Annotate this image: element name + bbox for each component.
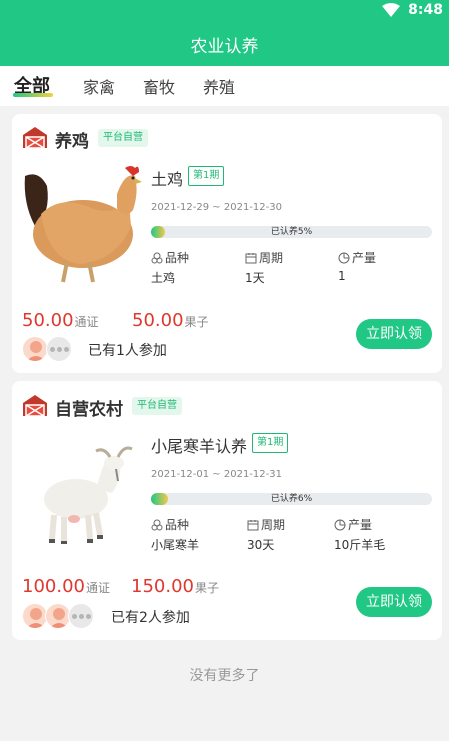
spec-label: 产量 xyxy=(348,518,373,532)
spec-value: 土鸡 xyxy=(151,271,176,285)
more-avatars-icon xyxy=(46,336,72,362)
barn-icon xyxy=(23,127,47,148)
product-photo-chicken[interactable] xyxy=(21,164,142,284)
product-name: 土鸡 xyxy=(151,170,184,189)
page-title: 农业认养 xyxy=(190,37,259,57)
app-header: 8:48 农业认养 xyxy=(0,0,449,66)
price-fruit-value: 50.00 xyxy=(132,310,184,331)
breed-icon xyxy=(151,519,163,530)
period-tag: 第1期 xyxy=(188,166,225,186)
progress-label: 已认养5% xyxy=(270,227,313,237)
period-tag: 第1期 xyxy=(252,433,289,453)
active-tab-indicator xyxy=(13,93,53,97)
price-token-value: 50.00 xyxy=(22,310,74,331)
price-token: 50.00通证 xyxy=(22,310,99,331)
adoption-progress-bar: 已认养5% xyxy=(151,226,432,238)
status-bar: 8:48 xyxy=(382,0,443,20)
product-card[interactable]: 自营农村 平台自营 小尾寒羊认养 第1期 2021-12-01 ~ 2021-1… xyxy=(12,381,442,640)
price-token-unit: 通证 xyxy=(85,581,110,595)
spec-value: 1天 xyxy=(245,271,265,285)
price-fruit-value: 150.00 xyxy=(131,576,194,597)
date-range: 2021-12-29 ~ 2021-12-30 xyxy=(151,202,282,213)
calendar-icon xyxy=(245,252,257,263)
status-time: 8:48 xyxy=(408,2,443,18)
category-tabs: 全部 家禽 畜牧 养殖 xyxy=(0,66,449,106)
more-avatars-icon xyxy=(68,603,94,629)
adoption-progress-bar: 已认养6% xyxy=(151,493,432,505)
participant-avatars xyxy=(22,603,102,629)
tab-aquaculture[interactable]: 养殖 xyxy=(203,74,235,98)
spec-yield: 产量 10斤羊毛 xyxy=(334,516,385,553)
calendar-icon xyxy=(247,519,259,530)
spec-cycle: 周期 30天 xyxy=(247,516,285,553)
adopt-now-button[interactable]: 立即认领 xyxy=(356,587,432,617)
participant-avatars xyxy=(22,336,82,362)
spec-value: 小尾寒羊 xyxy=(151,538,200,552)
spec-label: 周期 xyxy=(261,518,286,532)
no-more-text: 没有更多了 xyxy=(189,668,260,684)
tab-poultry[interactable]: 家禽 xyxy=(83,74,115,98)
self-operated-badge: 平台自营 xyxy=(98,129,148,147)
participants-text: 已有1人参加 xyxy=(88,343,167,359)
product-card[interactable]: 养鸡 平台自营 土鸡 第1期 2021-12-29 ~ 2021-12-30 已… xyxy=(12,114,442,373)
store-name: 自营农村 xyxy=(55,400,123,420)
price-fruit: 150.00果子 xyxy=(131,576,219,597)
price-token-unit: 通证 xyxy=(74,315,99,329)
pie-icon xyxy=(334,519,346,530)
product-photo-sheep[interactable] xyxy=(24,431,146,551)
spec-label: 品种 xyxy=(165,518,190,532)
self-operated-badge: 平台自营 xyxy=(132,397,182,415)
adopt-now-button[interactable]: 立即认领 xyxy=(356,319,432,349)
tab-livestock[interactable]: 畜牧 xyxy=(143,74,175,98)
spec-value: 10斤羊毛 xyxy=(334,538,386,552)
store-name: 养鸡 xyxy=(55,132,89,152)
spec-cycle: 周期 1天 xyxy=(245,249,283,286)
pie-icon xyxy=(338,252,350,263)
spec-value: 30天 xyxy=(247,538,275,552)
spec-breed: 品种 小尾寒羊 xyxy=(151,516,199,553)
breed-icon xyxy=(151,252,163,263)
spec-label: 周期 xyxy=(259,251,284,265)
spec-breed: 品种 土鸡 xyxy=(151,249,189,286)
product-name: 小尾寒羊认养 xyxy=(151,437,248,456)
spec-yield: 产量 1 xyxy=(338,249,376,283)
spec-label: 产量 xyxy=(352,251,377,265)
participants-text: 已有2人参加 xyxy=(111,610,190,626)
price-fruit-unit: 果子 xyxy=(194,581,219,595)
wifi-icon xyxy=(382,3,401,17)
spec-value: 1 xyxy=(338,269,346,283)
progress-label: 已认养6% xyxy=(270,494,313,504)
price-token-value: 100.00 xyxy=(22,576,85,597)
price-fruit-unit: 果子 xyxy=(184,315,209,329)
avatar xyxy=(22,336,48,362)
barn-icon xyxy=(23,395,47,416)
date-range: 2021-12-01 ~ 2021-12-31 xyxy=(151,469,282,480)
price-fruit: 50.00果子 xyxy=(132,310,209,331)
spec-label: 品种 xyxy=(165,251,190,265)
price-token: 100.00通证 xyxy=(22,576,110,597)
